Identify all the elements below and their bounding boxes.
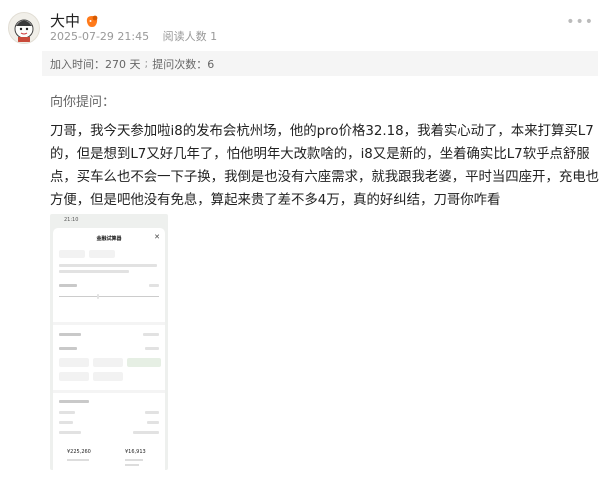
attachment-option (93, 372, 123, 381)
attached-screenshot[interactable]: 21:10 金融试算器 ✕ ¥225,260 ¥16,913 (50, 214, 168, 470)
attachment-label (59, 431, 81, 434)
attachment-text-line (59, 270, 129, 273)
attachment-sheet-title: 金融试算器 (96, 236, 122, 242)
attachment-divider (53, 322, 165, 325)
attachment-subtext (125, 464, 139, 466)
attachment-label (59, 411, 75, 414)
question-count: 提问次数：6 (152, 57, 215, 71)
attachment-option (93, 358, 123, 367)
ask-label: 向你提问： (50, 95, 116, 110)
cartoon-avatar-icon (14, 19, 34, 42)
read-count: 阅读人数 1 (162, 30, 218, 43)
attachment-text-line (59, 264, 157, 267)
attachment-total-right: ¥16,913 (125, 449, 146, 455)
join-separator: ; (144, 57, 149, 70)
attachment-status-time: 21:10 (64, 217, 79, 223)
attachment-slider-thumb (97, 294, 99, 299)
attachment-subtext (125, 459, 143, 461)
attachment-close-icon: ✕ (154, 233, 160, 241)
attachment-label (59, 284, 77, 287)
join-info-bar: 加入时间：270 天 ; 提问次数：6 (42, 51, 598, 76)
orange-badge-icon (86, 15, 98, 27)
post-timestamp: 2025-07-29 21:45 (50, 30, 150, 43)
attachment-value (145, 411, 159, 414)
question-text: 刀哥，我今天参加啦i8的发布会杭州场，他的pro价格32.18，我着实心动了，本… (50, 124, 600, 208)
attachment-label (59, 421, 73, 424)
attachment-section-title (59, 400, 89, 403)
attachment-tab (59, 250, 85, 258)
attachment-value (133, 431, 159, 434)
post-meta: 2025-07-29 21:45 阅读人数 1 (50, 28, 227, 44)
join-duration: 加入时间：270 天 (50, 57, 141, 71)
attachment-option-selected (127, 358, 161, 367)
attachment-value (145, 347, 159, 350)
attachment-total-left: ¥225,260 (67, 449, 91, 455)
attachment-option (59, 372, 89, 381)
more-options-icon[interactable]: ••• (566, 14, 594, 30)
attachment-tab (89, 250, 115, 258)
attachment-label (59, 347, 77, 350)
attachment-value (149, 284, 159, 287)
author-avatar[interactable] (8, 12, 40, 44)
attachment-label (59, 333, 81, 336)
attachment-value (143, 333, 159, 336)
attachment-divider (53, 390, 165, 393)
attachment-option (59, 358, 89, 367)
attachment-subtext (67, 459, 89, 461)
attachment-slider (59, 296, 159, 297)
attachment-status-bar: 21:10 (50, 214, 168, 226)
attachment-value (147, 421, 159, 424)
attachment-sheet: 金融试算器 ✕ ¥225,260 ¥16,913 (53, 228, 165, 470)
